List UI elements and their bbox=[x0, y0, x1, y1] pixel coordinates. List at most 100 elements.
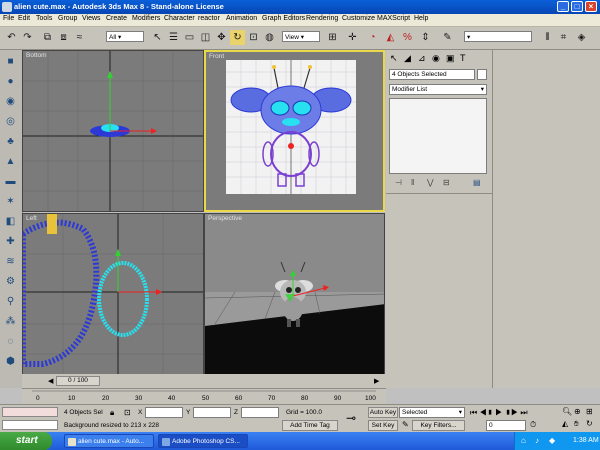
previous-frame-icon[interactable]: ◀▮ bbox=[479, 408, 493, 417]
box-icon[interactable]: ■ bbox=[3, 54, 18, 69]
network-icon[interactable]: ⌂ bbox=[521, 436, 526, 445]
add-time-tag-button[interactable]: Add Time Tag bbox=[282, 420, 338, 431]
teapot-icon[interactable]: ♣ bbox=[3, 134, 18, 149]
y-coordinate-field[interactable] bbox=[193, 407, 231, 418]
menu-file[interactable]: File bbox=[3, 15, 14, 22]
menu-tools[interactable]: Tools bbox=[36, 15, 52, 22]
auto-key-button[interactable]: Auto Key bbox=[368, 407, 398, 418]
zoom-icon[interactable]: 🔍︎ bbox=[562, 407, 572, 416]
align-icon[interactable]: ⌗ bbox=[556, 30, 571, 45]
go-to-start-icon[interactable]: ⏮ bbox=[470, 408, 477, 417]
spacewarp-icon[interactable]: ≋ bbox=[3, 254, 18, 269]
shape-icon[interactable]: ◌ bbox=[3, 334, 18, 349]
particle-icon[interactable]: ⁂ bbox=[3, 314, 18, 329]
create-tab-icon[interactable]: ↖ bbox=[390, 53, 398, 64]
named-selection-icon[interactable]: ✎ bbox=[440, 30, 455, 45]
select-manipulate-icon[interactable]: ✛ bbox=[345, 30, 360, 45]
close-button[interactable]: × bbox=[585, 1, 597, 12]
utilities-tab-icon[interactable]: T bbox=[460, 53, 466, 63]
play-icon[interactable]: ▶ bbox=[495, 408, 502, 417]
pan-icon[interactable]: ✋︎ bbox=[574, 419, 579, 429]
key-mode-dropdown[interactable]: Selected ▾ bbox=[399, 407, 465, 418]
object-color-swatch[interactable] bbox=[477, 69, 487, 80]
reference-coord-dropdown[interactable]: View ▾ bbox=[282, 31, 320, 42]
current-frame-field[interactable]: 0 bbox=[486, 420, 526, 431]
lock-icon[interactable]: 🔒︎ bbox=[110, 408, 114, 418]
layer-manager-icon[interactable]: ◈ bbox=[574, 30, 589, 45]
z-coordinate-field[interactable] bbox=[241, 407, 279, 418]
menu-rendering[interactable]: Rendering bbox=[306, 15, 338, 22]
window-crossing-icon[interactable]: ◫ bbox=[198, 30, 213, 45]
sphere-icon[interactable]: ● bbox=[3, 74, 18, 89]
motion-tab-icon[interactable]: ◉ bbox=[432, 53, 440, 64]
time-slider-next-icon[interactable]: ▶ bbox=[374, 377, 379, 385]
track-bar[interactable]: 0 10 20 30 40 50 60 70 80 90 100 bbox=[22, 388, 386, 405]
undo-icon[interactable]: ↶ bbox=[4, 30, 19, 45]
start-button[interactable]: start bbox=[0, 432, 52, 450]
menu-modifiers[interactable]: Modifiers bbox=[132, 15, 160, 22]
menu-reactor[interactable]: reactor bbox=[198, 15, 220, 22]
unlink-icon[interactable]: ⧈ bbox=[56, 30, 71, 45]
select-scale-icon[interactable]: ⊡ bbox=[246, 30, 261, 45]
select-rotate-icon[interactable]: ↻ bbox=[230, 30, 245, 45]
select-by-name-icon[interactable]: ☰ bbox=[166, 30, 181, 45]
zoom-all-icon[interactable]: ⊕ bbox=[574, 407, 581, 416]
set-key-icon[interactable]: ✎ bbox=[402, 420, 409, 429]
rect-selection-icon[interactable]: ▭ bbox=[182, 30, 197, 45]
display-tab-icon[interactable]: ▣ bbox=[446, 53, 455, 64]
bind-space-warp-icon[interactable]: ≈ bbox=[72, 30, 87, 45]
go-to-end-icon[interactable]: ⏭ bbox=[520, 408, 527, 417]
hierarchy-tab-icon[interactable]: ⊿ bbox=[418, 53, 426, 64]
menu-graph-editors[interactable]: Graph Editors bbox=[262, 15, 305, 22]
modify-tab-icon[interactable]: ◢ bbox=[404, 53, 411, 64]
selection-name-field[interactable]: 4 Objects Selected bbox=[389, 69, 475, 80]
security-icon[interactable]: ◆ bbox=[549, 436, 555, 445]
configure-sets-icon[interactable]: ▤ bbox=[473, 178, 481, 187]
maxscript-output[interactable] bbox=[2, 420, 58, 430]
modifier-stack[interactable] bbox=[389, 98, 487, 174]
camera-icon[interactable]: ◧ bbox=[3, 214, 18, 229]
mirror-icon[interactable]: ⫴ bbox=[540, 30, 555, 45]
selection-filter-dropdown[interactable]: All ▾ bbox=[106, 31, 144, 42]
viewport-bottom[interactable]: Bottom bbox=[22, 50, 204, 212]
menu-animation[interactable]: Animation bbox=[226, 15, 257, 22]
angle-snap-icon[interactable]: ◭ bbox=[383, 30, 398, 45]
menu-help[interactable]: Help bbox=[414, 15, 428, 22]
plane-icon[interactable]: ▬ bbox=[3, 174, 18, 189]
snap-toggle-icon[interactable]: ◔ bbox=[365, 30, 380, 45]
pin-stack-icon[interactable]: ⊣ bbox=[395, 178, 402, 187]
menu-views[interactable]: Views bbox=[82, 15, 101, 22]
next-frame-icon[interactable]: ▮▶ bbox=[505, 408, 519, 417]
percent-snap-icon[interactable]: % bbox=[400, 30, 415, 45]
named-selection-sets-dropdown[interactable]: ▾ bbox=[464, 31, 532, 42]
menu-customize[interactable]: Customize bbox=[342, 15, 375, 22]
manipulate-icon[interactable]: ◍ bbox=[262, 30, 277, 45]
select-move-icon[interactable]: ✥ bbox=[214, 30, 229, 45]
viewport-perspective[interactable]: Perspective bbox=[204, 213, 385, 375]
menu-character[interactable]: Character bbox=[164, 15, 195, 22]
volume-icon[interactable]: ♪ bbox=[535, 436, 539, 445]
make-unique-icon[interactable]: ⋁ bbox=[427, 178, 434, 187]
time-slider-prev-icon[interactable]: ◀ bbox=[48, 377, 53, 385]
viewport-front[interactable]: Front bbox=[204, 50, 385, 212]
time-config-icon[interactable]: ⏱ bbox=[530, 420, 536, 430]
pivot-center-icon[interactable]: ⊞ bbox=[325, 30, 340, 45]
compound-icon[interactable]: ⬢ bbox=[3, 354, 18, 369]
spinner-snap-icon[interactable]: ⇕ bbox=[418, 30, 433, 45]
light-icon[interactable]: ✶ bbox=[3, 194, 18, 209]
menu-edit[interactable]: Edit bbox=[18, 15, 30, 22]
bone-icon[interactable]: ⚲ bbox=[3, 294, 18, 309]
systems-icon[interactable]: ⚙ bbox=[3, 274, 18, 289]
task-photoshop[interactable]: Adobe Photoshop CS... bbox=[158, 434, 248, 448]
cone-icon[interactable]: ▲ bbox=[3, 154, 18, 169]
key-filters-button[interactable]: Key Filters... bbox=[412, 420, 465, 431]
zoom-extents-icon[interactable]: ⊞ bbox=[586, 407, 593, 416]
link-icon[interactable]: ⧉ bbox=[40, 30, 55, 45]
menu-create[interactable]: Create bbox=[106, 15, 127, 22]
time-slider[interactable]: 0 / 100 bbox=[56, 376, 100, 386]
cylinder-icon[interactable]: ◉ bbox=[3, 94, 18, 109]
set-key-button[interactable]: Set Key bbox=[368, 420, 398, 431]
remove-modifier-icon[interactable]: ⊟ bbox=[443, 178, 450, 187]
helper-icon[interactable]: ✚ bbox=[3, 234, 18, 249]
select-object-icon[interactable]: ↖ bbox=[150, 30, 165, 45]
